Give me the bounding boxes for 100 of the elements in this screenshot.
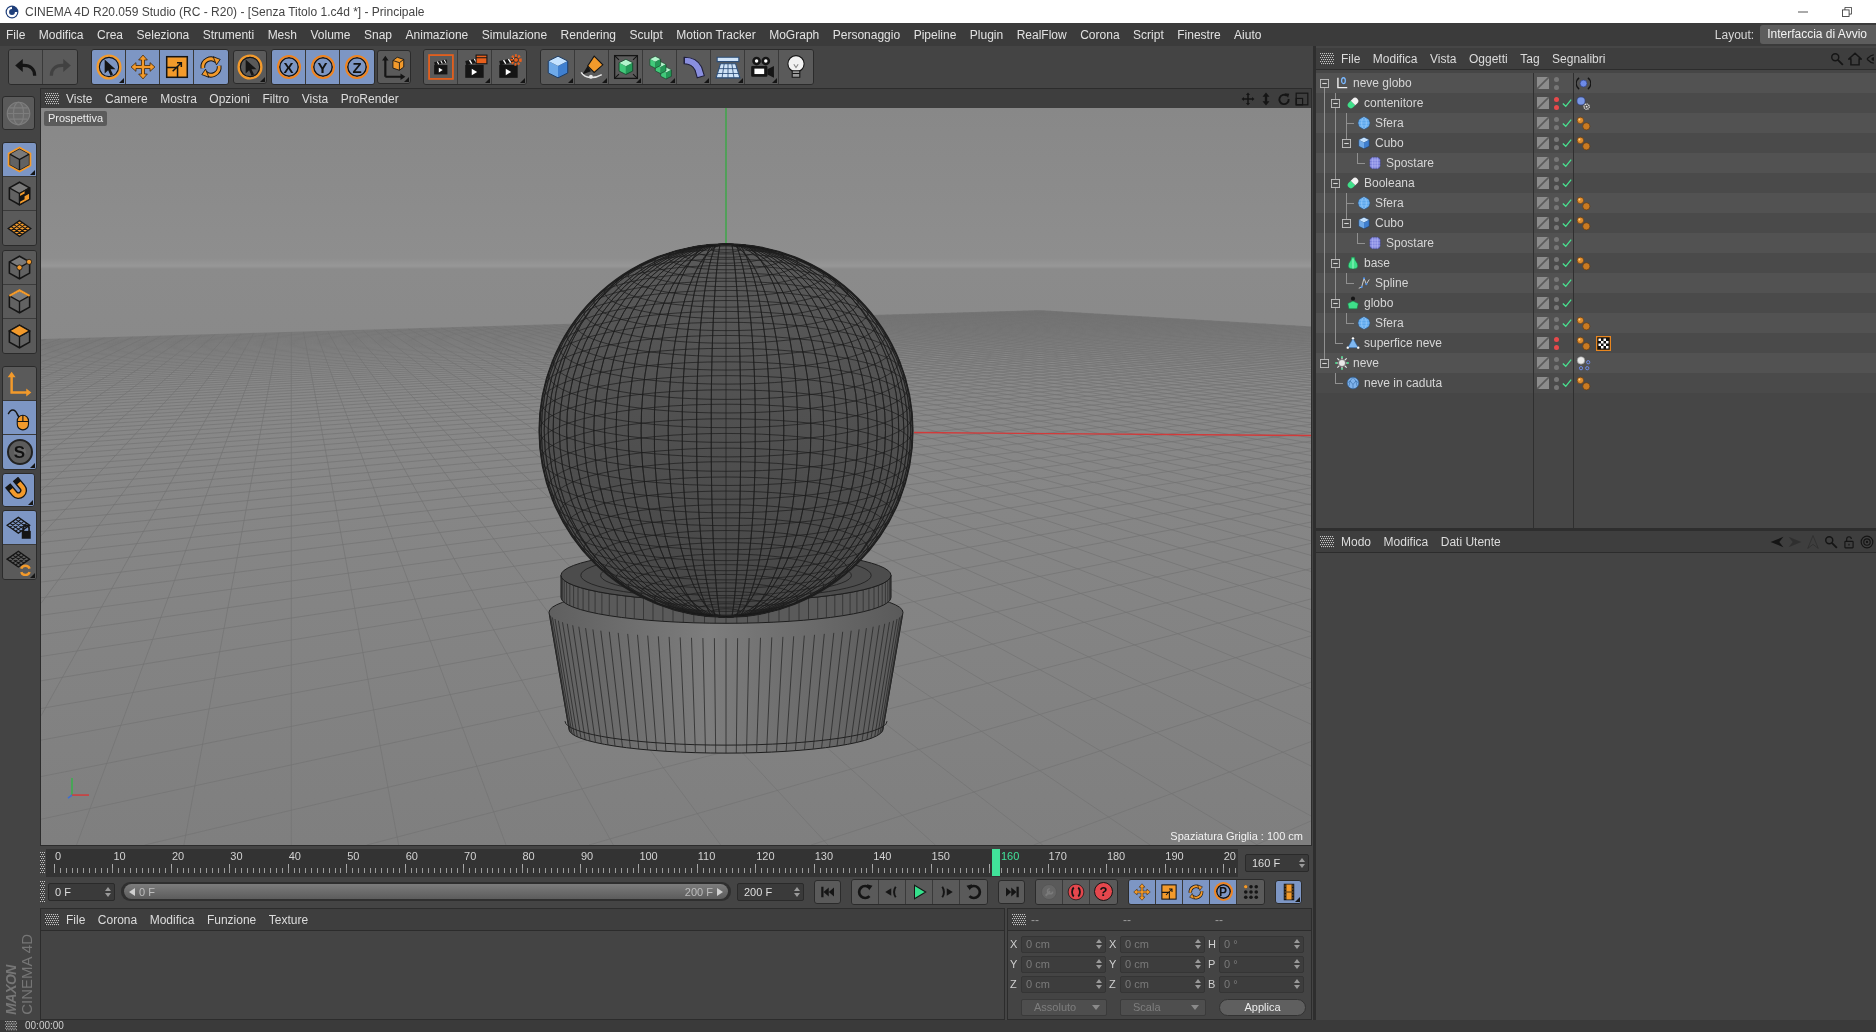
collapse-box-icon[interactable] xyxy=(1331,298,1340,308)
menu-item[interactable]: Modifica xyxy=(149,912,195,927)
menu-item[interactable]: Viste xyxy=(66,91,93,106)
tool-button[interactable] xyxy=(609,50,643,84)
check-icon[interactable] xyxy=(1562,378,1572,388)
visibility-dot-icon[interactable] xyxy=(1554,324,1559,330)
tool-button[interactable] xyxy=(3,511,36,545)
menu-item[interactable]: Plugin xyxy=(969,27,1004,42)
twin-balls-icon[interactable] xyxy=(1576,315,1591,331)
object-row[interactable]: Booleana xyxy=(1316,173,1876,193)
visibility-dot-icon[interactable] xyxy=(1554,224,1559,230)
grip-handle-icon[interactable] xyxy=(1320,535,1334,548)
menu-item[interactable]: Pipeline xyxy=(913,27,957,42)
slashed-square-icon[interactable] xyxy=(1537,257,1549,269)
visibility-dot-icon[interactable] xyxy=(1554,356,1559,362)
slashed-square-icon[interactable] xyxy=(1537,297,1549,309)
tool-button[interactable] xyxy=(906,879,933,904)
slashed-square-icon[interactable] xyxy=(1537,337,1549,349)
check-icon[interactable] xyxy=(1562,358,1572,368)
object-row[interactable]: Cubo xyxy=(1316,133,1876,153)
tool-button[interactable] xyxy=(575,50,609,84)
menu-item[interactable]: Snap xyxy=(364,27,393,42)
visibility-dot-icon[interactable] xyxy=(1554,256,1559,262)
visibility-dot-icon[interactable] xyxy=(1554,264,1559,270)
visibility-dot-icon[interactable] xyxy=(1554,196,1559,202)
menu-item[interactable]: Modifica xyxy=(1372,51,1418,66)
menu-item[interactable]: RealFlow xyxy=(1016,27,1067,42)
visibility-dot-icon[interactable] xyxy=(1554,184,1559,190)
menu-item[interactable]: Dati Utente xyxy=(1440,534,1501,549)
visibility-dot-icon[interactable] xyxy=(1554,84,1559,90)
menu-item[interactable]: Rendering xyxy=(560,27,616,42)
tool-button[interactable] xyxy=(3,211,36,245)
check-icon[interactable] xyxy=(1562,298,1572,308)
slashed-square-icon[interactable] xyxy=(1537,237,1549,249)
check-icon[interactable] xyxy=(1562,318,1572,328)
object-row[interactable]: Sfera xyxy=(1316,113,1876,133)
twin-balls-icon[interactable] xyxy=(1576,215,1591,231)
tool-button[interactable] xyxy=(3,545,36,579)
object-row[interactable]: Sfera xyxy=(1316,313,1876,333)
menu-item[interactable]: Crea xyxy=(97,27,124,42)
tool-button[interactable] xyxy=(643,50,677,84)
grip-handle-icon[interactable] xyxy=(40,851,45,874)
tool-button[interactable] xyxy=(3,285,36,319)
check-icon[interactable] xyxy=(1562,158,1572,168)
tool-button[interactable]: Z xyxy=(340,50,374,84)
grip-handle-icon[interactable] xyxy=(40,880,45,903)
menu-item[interactable]: File xyxy=(1341,51,1361,66)
visibility-dot-icon[interactable] xyxy=(1554,76,1559,82)
tool-button[interactable] xyxy=(92,50,126,84)
check-icon[interactable] xyxy=(1562,238,1572,248)
check-icon[interactable] xyxy=(1562,138,1572,148)
tool-button[interactable] xyxy=(1183,879,1210,904)
visibility-dot-icon[interactable] xyxy=(1554,164,1559,170)
tool-button[interactable] xyxy=(711,50,745,84)
menu-item[interactable]: Strumenti xyxy=(202,27,255,42)
collapse-box-icon[interactable] xyxy=(1320,78,1329,88)
tool-button[interactable] xyxy=(1275,879,1302,904)
visibility-dot-icon[interactable] xyxy=(1554,144,1559,150)
visibility-dot-icon[interactable] xyxy=(1554,236,1559,242)
start-frame-field[interactable]: 0 F xyxy=(48,882,115,901)
menu-item[interactable]: Vista xyxy=(1430,51,1457,66)
slashed-square-icon[interactable] xyxy=(1537,217,1549,229)
object-row[interactable]: contenitore xyxy=(1316,93,1876,113)
tool-button[interactable] xyxy=(779,50,813,84)
checker-tag-icon[interactable] xyxy=(1596,335,1611,351)
object-row[interactable]: neve in caduta xyxy=(1316,373,1876,393)
tool-button[interactable] xyxy=(458,50,492,84)
twin-balls-icon[interactable] xyxy=(1576,375,1591,391)
twin-balls-icon[interactable] xyxy=(1576,135,1591,151)
tool-button[interactable] xyxy=(492,50,526,84)
tool-button[interactable] xyxy=(541,50,575,84)
slashed-square-icon[interactable] xyxy=(1537,277,1549,289)
object-row[interactable]: base xyxy=(1316,253,1876,273)
menu-item[interactable]: MoGraph xyxy=(769,27,820,42)
object-row[interactable]: Sfera xyxy=(1316,193,1876,213)
object-row[interactable]: neve globo xyxy=(1316,73,1876,93)
layout-dropdown[interactable]: Interfaccia di Avvio xyxy=(1760,25,1876,44)
ball-gear-icon[interactable] xyxy=(1576,95,1591,111)
tool-button[interactable] xyxy=(1129,879,1156,904)
check-icon[interactable] xyxy=(1562,178,1572,188)
menu-item[interactable]: Vista xyxy=(301,91,329,106)
tool-button[interactable] xyxy=(3,401,36,435)
tool-button[interactable] xyxy=(3,143,36,177)
tool-button[interactable]: Y xyxy=(306,50,340,84)
ball-cluster-icon[interactable] xyxy=(1576,355,1591,371)
twin-balls-icon[interactable] xyxy=(1576,115,1591,131)
restore-icon[interactable] xyxy=(1842,6,1852,17)
visibility-dot-icon[interactable] xyxy=(1554,124,1559,130)
menu-item[interactable]: Filtro xyxy=(262,91,290,106)
menu-item[interactable]: Tag xyxy=(1520,51,1540,66)
visibility-dot-icon[interactable] xyxy=(1554,216,1559,222)
menu-item[interactable]: Volume xyxy=(310,27,351,42)
visibility-dot-icon[interactable] xyxy=(1554,244,1559,250)
slashed-square-icon[interactable] xyxy=(1537,177,1549,189)
visibility-dot-icon[interactable] xyxy=(1554,96,1559,102)
menu-item[interactable]: Corona xyxy=(97,912,138,927)
slashed-square-icon[interactable] xyxy=(1537,317,1549,329)
collapse-box-icon[interactable] xyxy=(1342,138,1351,148)
menu-item[interactable]: Script xyxy=(1133,27,1164,42)
slashed-square-icon[interactable] xyxy=(1537,117,1549,129)
